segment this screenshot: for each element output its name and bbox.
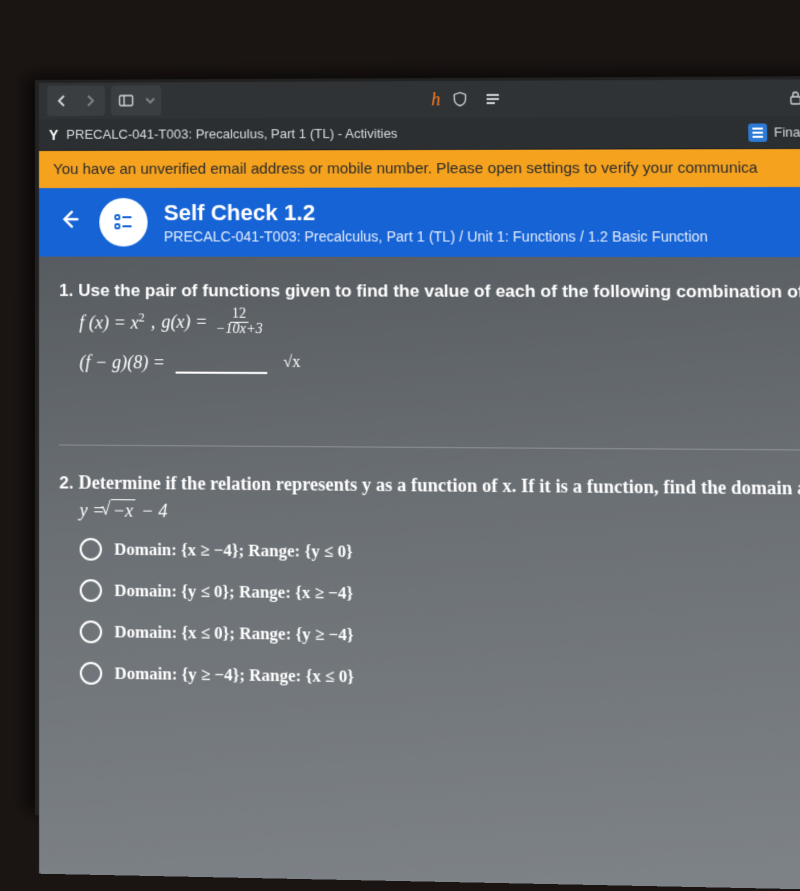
q1-functions: f (x) = x2 , g(x) = 12 −10x+3	[79, 307, 800, 339]
chevron-left-icon	[54, 93, 70, 109]
tab-title: PRECALC-041-T003: Precalculus, Part 1 (T…	[66, 126, 397, 142]
shield-button[interactable]	[446, 86, 473, 112]
assignment-header: Self Check 1.2 PRECALC-041-T003: Precalc…	[39, 187, 800, 257]
lines-icon	[484, 91, 501, 107]
finance-extension-icon[interactable]	[749, 123, 768, 141]
question-2: 2. Determine if the relation represents …	[59, 472, 800, 695]
finance-label: Finan	[774, 124, 800, 139]
checklist-icon	[111, 210, 135, 234]
q2-prompt: 2. Determine if the relation represents …	[59, 472, 800, 500]
site-logo: Y	[49, 126, 58, 142]
assignment-type-icon	[99, 198, 148, 246]
nav-group	[47, 86, 105, 116]
q2-equation: y = −x √ − 4	[80, 500, 800, 528]
radio-icon	[80, 620, 102, 643]
question-1: 1. Use the pair of functions given to fi…	[59, 281, 800, 377]
tab-strip: Y PRECALC-041-T003: Precalculus, Part 1 …	[39, 116, 800, 151]
shield-icon	[452, 91, 469, 107]
q2-option-c[interactable]: Domain: {x ≤ 0}; Range: {y ≥ −4}	[80, 620, 800, 652]
tab-right: Finan	[749, 123, 800, 142]
lock-icon	[787, 90, 800, 106]
lock-button[interactable]	[782, 84, 800, 111]
sidebar-toggle-button[interactable]	[113, 88, 139, 114]
q1-answer-row: (f − g)(8) = √x	[79, 351, 800, 377]
sqrt-keypad-button[interactable]: √x	[277, 352, 307, 375]
question-area: 1. Use the pair of functions given to fi…	[39, 257, 800, 890]
q1-prompt: 1. Use the pair of functions given to fi…	[59, 281, 800, 303]
header-back-button[interactable]	[55, 208, 83, 237]
sidebar-toggle-group	[111, 85, 161, 115]
app-window: h Y PRECALC-041-T003: Precalculus, Part …	[35, 76, 800, 830]
radio-icon	[80, 662, 102, 685]
assignment-title: Self Check 1.2	[164, 199, 708, 226]
sidebar-icon	[118, 93, 134, 109]
back-nav-button[interactable]	[49, 88, 75, 114]
q1-expression: (f − g)(8) =	[79, 352, 165, 374]
radio-icon	[80, 579, 102, 602]
sidebar-menu-button[interactable]	[141, 87, 159, 113]
q2-option-a[interactable]: Domain: {x ≥ −4}; Range: {y ≤ 0}	[80, 538, 800, 568]
browser-toolbar: h	[39, 79, 800, 119]
chevron-down-icon	[142, 92, 158, 108]
q2-option-b[interactable]: Domain: {y ≤ 0}; Range: {x ≥ −4}	[80, 579, 800, 610]
question-divider	[59, 444, 800, 450]
reader-button[interactable]	[479, 86, 506, 112]
honey-extension-icon[interactable]: h	[431, 89, 440, 110]
chevron-right-icon	[82, 93, 98, 109]
q2-option-d[interactable]: Domain: {y ≥ −4}; Range: {x ≤ 0}	[80, 662, 800, 695]
breadcrumb[interactable]: PRECALC-041-T003: Precalculus, Part 1 (T…	[164, 228, 708, 244]
radio-icon	[80, 538, 102, 561]
forward-nav-button[interactable]	[77, 88, 103, 114]
header-text: Self Check 1.2 PRECALC-041-T003: Precalc…	[164, 199, 708, 244]
arrow-left-icon	[58, 208, 80, 230]
verify-email-banner[interactable]: You have an unverified email address or …	[39, 149, 800, 188]
q1-answer-input[interactable]	[175, 355, 267, 374]
